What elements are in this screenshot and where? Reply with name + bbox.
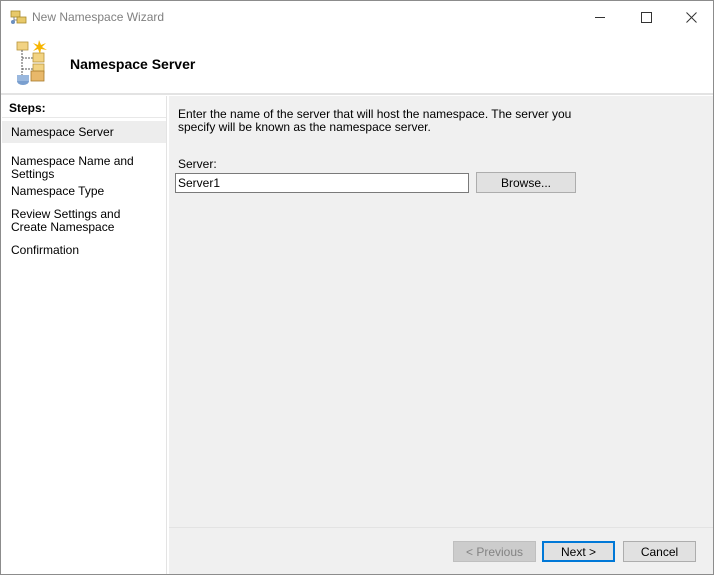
maximize-icon [640,11,652,23]
wizard-window: New Namespace Wizard Namespace Server St… [0,0,714,575]
step-confirmation[interactable]: Confirmation [2,244,166,257]
steps-pane: Steps: Namespace Server Namespace Name a… [2,96,167,574]
title-bar[interactable]: New Namespace Wizard [1,1,713,33]
wizard-header: Namespace Server [1,33,713,93]
previous-button[interactable]: < Previous [453,541,536,562]
namespace-folders-icon [13,38,53,86]
next-button[interactable]: Next > [542,541,615,562]
step-namespace-name-settings[interactable]: Namespace Name and Settings [2,155,166,181]
header-divider [1,93,713,95]
close-button[interactable] [668,1,714,33]
content-pane: Enter the name of the server that will h… [169,96,713,574]
browse-button[interactable]: Browse... [476,172,576,193]
step-namespace-type[interactable]: Namespace Type [2,185,166,198]
steps-heading: Steps: [9,101,46,115]
maximize-button[interactable] [623,1,669,33]
footer-divider [169,527,713,528]
server-label: Server: [178,157,217,171]
step-review-settings[interactable]: Review Settings and Create Namespace [2,208,157,234]
step-namespace-server[interactable]: Namespace Server [2,121,166,143]
window-title: New Namespace Wizard [32,10,165,24]
minimize-icon [594,12,606,23]
instructions-text: Enter the name of the server that will h… [178,107,572,134]
steps-divider [2,117,166,118]
page-title: Namespace Server [70,56,196,72]
minimize-button[interactable] [577,1,623,33]
cancel-button[interactable]: Cancel [623,541,696,562]
namespace-wizard-icon [10,9,27,25]
server-input[interactable] [175,173,469,193]
close-icon [685,11,697,23]
